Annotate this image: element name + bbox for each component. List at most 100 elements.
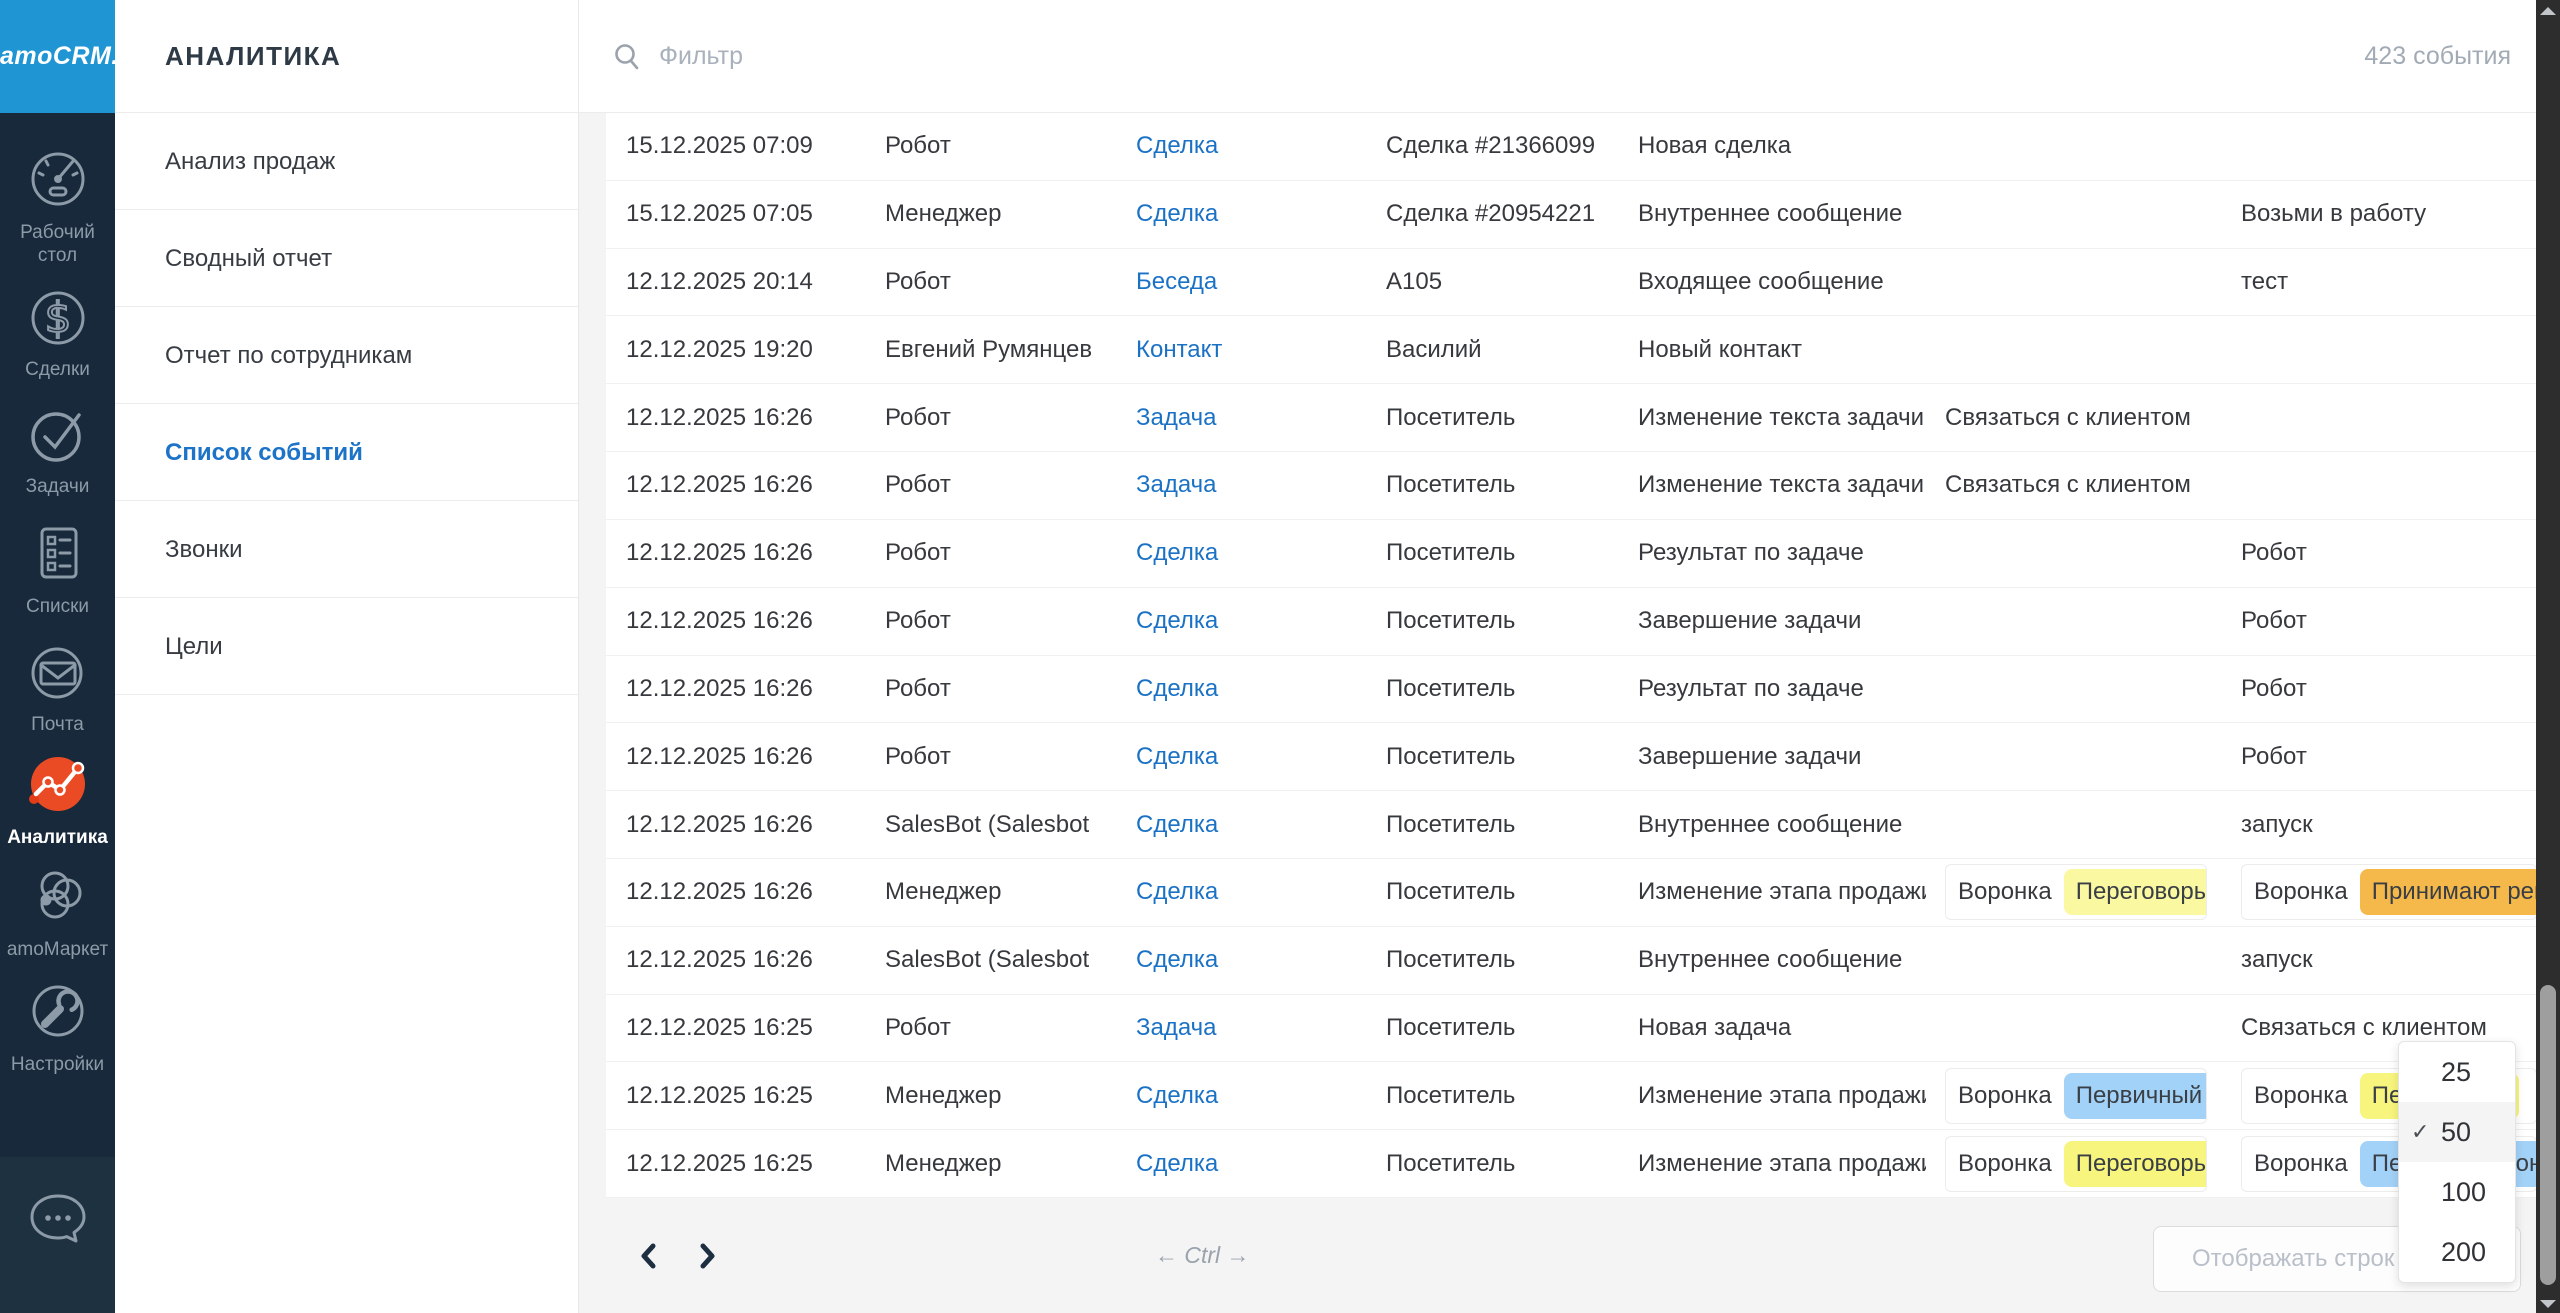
entity-type-link[interactable]: Сделка [1136, 607, 1376, 635]
scrollbar-thumb[interactable] [2540, 985, 2556, 1285]
filter-input[interactable] [657, 41, 1561, 72]
scroll-up-arrow-icon[interactable] [2540, 7, 2556, 15]
sidebar-item-amomarket[interactable]: amoМаркет [0, 860, 115, 961]
value-after: запуск [2241, 811, 2537, 839]
ctrl-navigation-hint: ← Ctrl → [1155, 1242, 1250, 1269]
entity-name: Посетитель [1386, 1150, 1626, 1178]
menu-item-events-list[interactable]: Список событий [115, 404, 578, 501]
event-user: SalesBot (Salesbot [885, 946, 1125, 974]
entity-type-link[interactable]: Сделка [1136, 132, 1376, 160]
sidebar-item-label: Настройки [0, 1053, 115, 1076]
sidebar-item-mail[interactable]: Почта [0, 635, 115, 736]
rows-per-page-option[interactable]: ✓ 100 [2399, 1162, 2515, 1222]
event-type: Внутреннее сообщение [1638, 811, 1926, 839]
pipeline-stage-box: Воронка Первичный контакт [1945, 1068, 2207, 1124]
next-page-button[interactable] [693, 1241, 723, 1271]
event-datetime: 12.12.2025 19:20 [626, 336, 876, 364]
value-text: Робот [2241, 743, 2307, 770]
value-before: Связаться с клиентом [1945, 404, 2207, 432]
entity-type-link[interactable]: Сделка [1136, 743, 1376, 771]
event-type: Изменение этапа продажи [1638, 1150, 1926, 1178]
event-type: Внутреннее сообщение [1638, 946, 1926, 974]
value-before: ВоронкаПереговоры [1945, 1136, 2207, 1192]
sidebar-item-label: Сделки [0, 358, 115, 381]
rows-per-page-option[interactable]: ✓ 50 [2399, 1102, 2515, 1162]
table-row: 12.12.2025 16:25 Робот Задача Посетитель… [606, 995, 2537, 1063]
entity-type-link[interactable]: Сделка [1136, 878, 1376, 906]
entity-type-link[interactable]: Сделка [1136, 811, 1376, 839]
deals-dollar-icon: $ [0, 280, 115, 352]
support-chat-button[interactable] [0, 1188, 115, 1254]
sidebar-item-label: Списки [0, 595, 115, 618]
event-datetime: 15.12.2025 07:05 [626, 200, 876, 228]
analytics-submenu: АНАЛИТИКА Анализ продаж Сводный отчет От… [115, 0, 578, 1313]
table-row: 12.12.2025 16:26 Робот Сделка Посетитель… [606, 588, 2537, 656]
stage-tag: Первичный контакт [2064, 1073, 2207, 1119]
menu-item-employee-report[interactable]: Отчет по сотрудникам [115, 307, 578, 404]
entity-type-link[interactable]: Контакт [1136, 336, 1376, 364]
rows-per-page-option[interactable]: ✓ 200 [2399, 1222, 2515, 1282]
table-row: 15.12.2025 07:05 Менеджер Сделка Сделка … [606, 181, 2537, 249]
entity-type-link[interactable]: Задача [1136, 471, 1376, 499]
sidebar-item-deals[interactable]: $ Сделки [0, 280, 115, 381]
entity-type-link[interactable]: Сделка [1136, 1150, 1376, 1178]
event-type: Результат по задаче [1638, 539, 1926, 567]
event-type: Изменение текста задачи [1638, 404, 1926, 432]
event-datetime: 12.12.2025 16:26 [626, 878, 876, 906]
sidebar-item-settings[interactable]: Настройки [0, 975, 115, 1076]
entity-type-link[interactable]: Сделка [1136, 200, 1376, 228]
entity-name: Посетитель [1386, 539, 1626, 567]
event-user: Робот [885, 132, 1125, 160]
menu-item-calls[interactable]: Звонки [115, 501, 578, 598]
entity-type-link[interactable]: Сделка [1136, 946, 1376, 974]
rows-per-page-option[interactable]: ✓ 25 [2399, 1042, 2515, 1102]
sidebar-item-analytics[interactable]: Аналитика [0, 748, 115, 849]
sidebar-item-label: Рабочий стол [0, 221, 115, 267]
event-datetime: 12.12.2025 16:26 [626, 539, 876, 567]
stage-tag: Переговоры [2064, 869, 2207, 915]
menu-item-goals[interactable]: Цели [115, 598, 578, 695]
event-type: Результат по задаче [1638, 675, 1926, 703]
menu-item-summary-report[interactable]: Сводный отчет [115, 210, 578, 307]
value-before: Воронка Первичный контакт [1945, 1068, 2207, 1124]
table-row: 12.12.2025 16:26 Робот Задача Посетитель… [606, 384, 2537, 452]
entity-type-link[interactable]: Сделка [1136, 675, 1376, 703]
value-text: Возьми в работу [2241, 200, 2426, 227]
sidebar-item-lists[interactable]: Списки [0, 517, 115, 618]
event-user: Менеджер [885, 1150, 1125, 1178]
event-user: Робот [885, 404, 1125, 432]
entity-type-link[interactable]: Сделка [1136, 1082, 1376, 1110]
entity-type-link[interactable]: Задача [1136, 404, 1376, 432]
menu-item-sales-analysis[interactable]: Анализ продаж [115, 113, 578, 210]
pipeline-label: Воронка [2254, 878, 2348, 906]
dashboard-gauge-icon [0, 143, 115, 215]
entity-name: Посетитель [1386, 811, 1626, 839]
tasks-check-icon [0, 397, 115, 469]
entity-name: Посетитель [1386, 878, 1626, 906]
pipeline-stage-box: ВоронкаПереговоры [1945, 864, 2207, 920]
event-datetime: 12.12.2025 16:25 [626, 1082, 876, 1110]
event-datetime: 12.12.2025 16:26 [626, 946, 876, 974]
table-row: 12.12.2025 16:26 SalesBot (Salesbot Сдел… [606, 927, 2537, 995]
vertical-scrollbar[interactable] [2536, 0, 2560, 1313]
event-user: Робот [885, 743, 1125, 771]
event-user: Робот [885, 1014, 1125, 1042]
table-row: 12.12.2025 16:26 Робот Сделка Посетитель… [606, 656, 2537, 724]
table-row: 12.12.2025 16:26 Робот Сделка Посетитель… [606, 723, 2537, 791]
sidebar-item-tasks[interactable]: Задачи [0, 397, 115, 498]
value-text: Робот [2241, 675, 2307, 702]
amocrm-logo[interactable]: amoCRM. [0, 0, 115, 113]
value-text: Связаться с клиентом [1945, 404, 2191, 431]
entity-type-link[interactable]: Сделка [1136, 539, 1376, 567]
entity-type-link[interactable]: Беседа [1136, 268, 1376, 296]
scroll-down-arrow-icon[interactable] [2540, 1300, 2556, 1308]
stage-tag: Принимают решение [2360, 869, 2537, 915]
table-row: 12.12.2025 19:20 Евгений Румянцев Контак… [606, 316, 2537, 384]
entity-type-link[interactable]: Задача [1136, 1014, 1376, 1042]
pipeline-label: Воронка [1958, 1082, 2052, 1110]
prev-page-button[interactable] [633, 1241, 663, 1271]
sidebar-item-dashboard[interactable]: Рабочий стол [0, 143, 115, 267]
entity-name: Посетитель [1386, 607, 1626, 635]
value-after: Воронка Принимают решение [2241, 864, 2537, 920]
event-user: Робот [885, 471, 1125, 499]
